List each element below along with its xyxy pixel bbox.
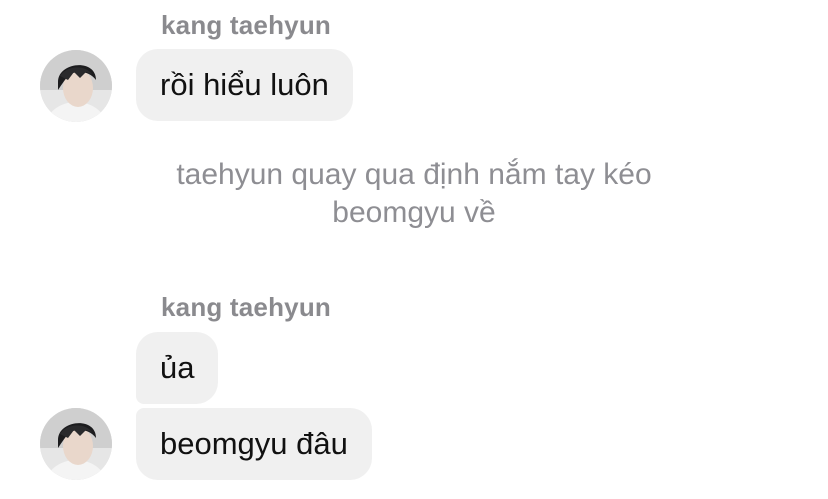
message-bubble[interactable]: ủa (136, 332, 219, 404)
message-bubble[interactable]: beomgyu đâu (136, 408, 372, 480)
narration-line: taehyun quay qua định nắm tay kéo (176, 158, 652, 191)
narration-line: beomgyu về (332, 196, 496, 229)
message-bubble[interactable]: rồi hiểu luôn (136, 49, 353, 121)
sender-name: kang taehyun (161, 10, 331, 40)
sender-name: kang taehyun (161, 292, 331, 322)
narration-text: taehyun quay qua định nắm tay kéo beomgy… (0, 156, 828, 232)
avatar[interactable] (40, 408, 112, 480)
avatar-photo-icon (40, 50, 112, 122)
avatar[interactable] (40, 50, 112, 122)
chat-thread: kang taehyun rồi hiểu luôn taehyun quay … (0, 0, 828, 499)
avatar-photo-icon (40, 408, 112, 480)
